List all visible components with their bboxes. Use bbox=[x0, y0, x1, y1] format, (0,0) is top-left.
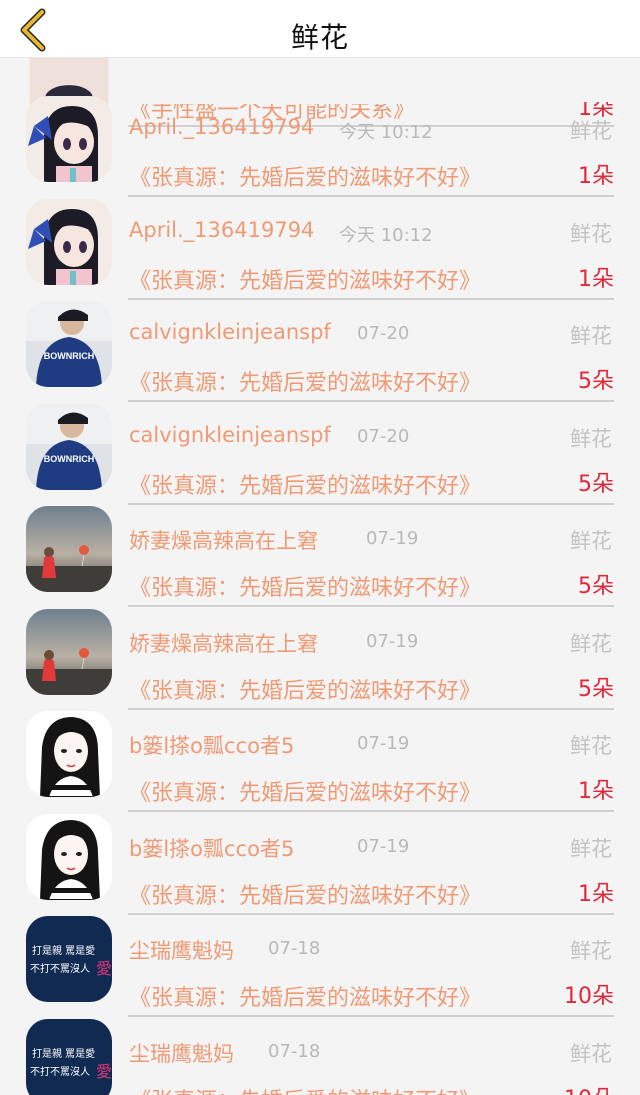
gift-type-label: 鲜花 bbox=[570, 324, 612, 348]
timestamp: 07-19 bbox=[366, 630, 419, 652]
list-item[interactable]: BOWNRICH calvignkleinjeanspf 07-20 鲜花 《张真源：先… bbox=[0, 390, 640, 505]
username[interactable]: b篓l搽o瓢cco者5 bbox=[129, 730, 294, 760]
avatar[interactable]: 打是親 罵是愛 不打不罵沒人愛 bbox=[26, 1018, 112, 1095]
avatar-text: 不打不罵沒人 bbox=[30, 962, 90, 975]
list-item[interactable]: April._136419794 今天 10:12 鲜花 《张真源：先婚后爱的滋味好不… bbox=[0, 82, 640, 197]
avatar-text: 不打不罵沒人 bbox=[30, 1065, 90, 1078]
list-item[interactable]: April._136419794 今天 10:12 鲜花 《张真源：先婚后爱的滋味好不… bbox=[0, 185, 640, 300]
username[interactable]: 尘瑞鹰魁妈 bbox=[129, 935, 234, 965]
avatar-text: 愛 bbox=[96, 959, 112, 978]
timestamp: 今天 10:12 bbox=[339, 122, 433, 143]
gift-type-label: 鲜花 bbox=[570, 119, 612, 143]
timestamp: 07-20 bbox=[357, 323, 410, 344]
username[interactable]: calvignkleinjeanspf bbox=[129, 423, 331, 447]
timestamp: 07-18 bbox=[268, 938, 321, 959]
avatar-text: 愛 bbox=[96, 1062, 112, 1081]
username[interactable]: b篓l搽o瓢cco者5 bbox=[129, 833, 294, 863]
list-item[interactable]: 打是親 罵是愛不打不罵沒人愛尘瑞鹰魁妈07-18鲜花《张真源：先婚后爱的滋味好不… bbox=[0, 902, 640, 1017]
gift-type-label: 鲜花 bbox=[570, 734, 612, 758]
list-item[interactable]: BOWNRICH calvignkleinjeanspf 07-20 鲜花 《张真源：先… bbox=[0, 287, 640, 402]
list-item[interactable]: b篓l搽o瓢cco者5 07-19 鲜花 《张真源：先婚后爱的滋味好不好》 1朵 bbox=[0, 697, 640, 812]
avatar[interactable]: BOWNRICH bbox=[26, 301, 112, 387]
timestamp: 07-20 bbox=[357, 425, 410, 447]
timestamp: 07-19 bbox=[357, 835, 410, 857]
username[interactable]: 娇妻燥高辣高在上窘 bbox=[129, 525, 318, 555]
avatar[interactable] bbox=[26, 506, 112, 592]
list-item[interactable]: b篓l搽o瓢cco者5 07-19 鲜花 《张真源：先婚后爱的滋味好不好》 1朵 bbox=[0, 800, 640, 915]
gift-type-label: 鲜花 bbox=[570, 426, 612, 451]
avatar-text: 打是親 罵是愛 bbox=[32, 1047, 95, 1060]
avatar-text: BOWNRICH bbox=[44, 351, 95, 361]
avatar[interactable] bbox=[26, 96, 112, 182]
page-title: 鲜花 bbox=[290, 21, 349, 54]
flower-count: 10朵 bbox=[564, 1081, 614, 1095]
gift-type-label: 鲜花 bbox=[570, 221, 612, 246]
timestamp: 07-18 bbox=[268, 1040, 321, 1062]
username[interactable]: 尘瑞鹰魁妈 bbox=[129, 1038, 234, 1068]
avatar[interactable]: BOWNRICH bbox=[26, 403, 112, 490]
avatar-text: 打是親 罵是愛 bbox=[32, 944, 95, 957]
avatar[interactable] bbox=[26, 813, 112, 900]
list-item[interactable]: 打是親 罵是愛不打不罵沒人愛尘瑞鹰魁妈 07-18 鲜花《张真源：先婚后爱的滋味好不… bbox=[0, 1005, 640, 1095]
gift-type-label: 鲜花 bbox=[570, 529, 612, 553]
avatar-text: BOWNRICH bbox=[44, 454, 95, 464]
list-item[interactable]: 娇妻燥高辣高在上窘 07-19 鲜花 《张真源：先婚后爱的滋味好不好》 5朵 bbox=[0, 595, 640, 710]
timestamp: 07-19 bbox=[366, 528, 419, 549]
avatar[interactable] bbox=[26, 198, 112, 285]
gift-type-label: 鲜花 bbox=[570, 1041, 612, 1066]
avatar[interactable]: 打是親 罵是愛 不打不罵沒人愛 bbox=[26, 916, 112, 1002]
gift-type-label: 鲜花 bbox=[570, 631, 612, 656]
gift-type-label: 鲜花 bbox=[570, 836, 612, 861]
username[interactable]: April._136419794 bbox=[129, 115, 314, 139]
book-title[interactable]: 《张真源：先婚后爱的滋味好不好》 bbox=[129, 1083, 481, 1095]
username[interactable]: April._136419794 bbox=[129, 218, 314, 242]
timestamp: 今天 10:12 bbox=[339, 224, 433, 246]
avatar[interactable] bbox=[26, 711, 112, 797]
username[interactable]: calvignkleinjeanspf bbox=[129, 320, 331, 344]
gift-type-label: 鲜花 bbox=[570, 939, 612, 963]
avatar[interactable] bbox=[26, 608, 112, 695]
list-item[interactable]: 娇妻燥高辣高在上窘 07-19 鲜花 《张真源：先婚后爱的滋味好不好》 5朵 bbox=[0, 492, 640, 607]
timestamp: 07-19 bbox=[357, 733, 410, 754]
nav-bar: 鲜花 bbox=[0, 0, 640, 58]
username[interactable]: 娇妻燥高辣高在上窘 bbox=[129, 628, 318, 658]
